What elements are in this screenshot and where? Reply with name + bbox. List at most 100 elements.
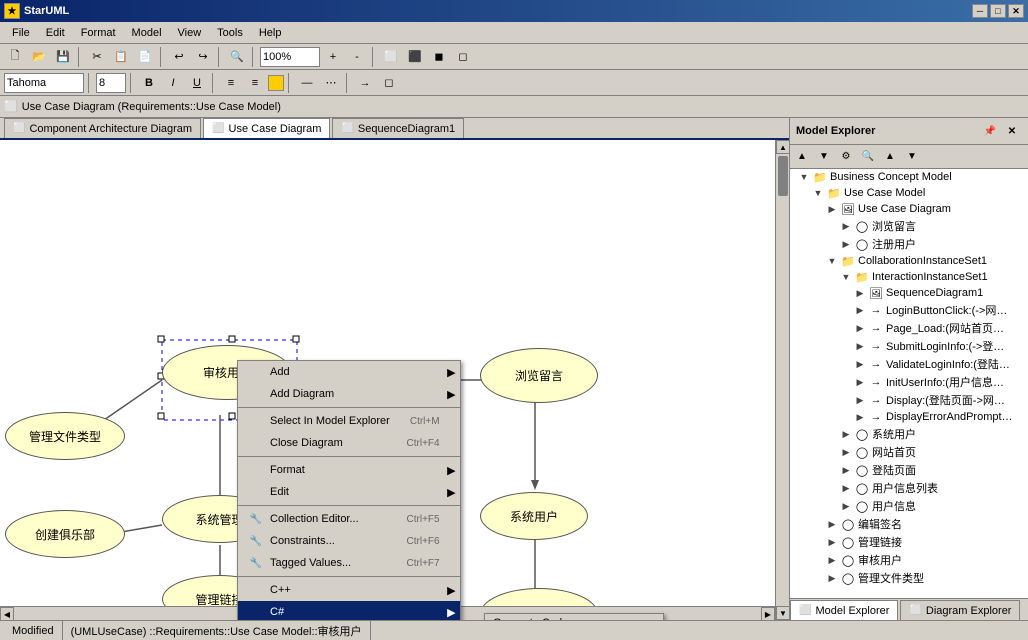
paste-btn[interactable]: 📄 xyxy=(134,46,156,68)
italic-btn[interactable]: I xyxy=(162,72,184,94)
usecase-创建俱乐部[interactable]: 创建俱乐部 xyxy=(5,510,125,558)
menu-help[interactable]: Help xyxy=(251,25,290,41)
tab-model-explorer[interactable]: ⬜ Model Explorer xyxy=(790,600,898,620)
tree-expand-icon[interactable]: ▶ xyxy=(854,359,866,370)
underline-btn[interactable]: U xyxy=(186,72,208,94)
redo-btn[interactable]: ↪ xyxy=(192,46,214,68)
bold-btn[interactable]: B xyxy=(138,72,160,94)
tree-item[interactable]: ▶→Display:(登陆页面->网… xyxy=(790,391,1028,409)
undo-btn[interactable]: ↩ xyxy=(168,46,190,68)
tree-item[interactable]: ▶→Page_Load:(网站首页… xyxy=(790,319,1028,337)
cm-add-diagram[interactable]: Add Diagram ▶ xyxy=(238,383,460,405)
minimize-button[interactable]: ─ xyxy=(972,4,988,18)
tree-item[interactable]: ▶🖼SequenceDiagram1 xyxy=(790,285,1028,301)
tree-expand-icon[interactable]: ▶ xyxy=(826,573,838,584)
cm-collection-editor[interactable]: 🔧 Collection Editor... Ctrl+F5 xyxy=(238,508,460,530)
dash-btn[interactable]: ⋯ xyxy=(320,72,342,94)
tree-item[interactable]: ▶◯编辑签名 xyxy=(790,515,1028,533)
menu-tools[interactable]: Tools xyxy=(209,25,251,41)
arrow-btn[interactable]: → xyxy=(354,72,376,94)
cut-btn[interactable]: ✂ xyxy=(86,46,108,68)
tree-expand-icon[interactable]: ▶ xyxy=(854,341,866,352)
tree-item[interactable]: ▶◯注册用户 xyxy=(790,235,1028,253)
menu-edit[interactable]: Edit xyxy=(38,25,73,41)
tree-item[interactable]: ▼📁InteractionInstanceSet1 xyxy=(790,269,1028,285)
copy-btn[interactable]: 📋 xyxy=(110,46,132,68)
tree-view[interactable]: ▼📁Business Concept Model▼📁Use Case Model… xyxy=(790,169,1028,598)
tree-item[interactable]: ▼📁Use Case Model xyxy=(790,185,1028,201)
tree-item[interactable]: ▶◯登陆页面 xyxy=(790,461,1028,479)
tree-expand-icon[interactable]: ▶ xyxy=(840,447,852,458)
align-center-btn[interactable]: ≡ xyxy=(244,72,266,94)
tree-expand-icon[interactable]: ▶ xyxy=(840,483,852,494)
extra-btn2[interactable]: ⬛ xyxy=(404,46,426,68)
me-collapse-btn[interactable]: ▲ xyxy=(880,147,900,167)
cm-constraints[interactable]: 🔧 Constraints... Ctrl+F6 xyxy=(238,530,460,552)
font-family-input[interactable] xyxy=(4,73,84,93)
me-search-btn[interactable]: 🔍 xyxy=(858,147,878,167)
tree-item[interactable]: ▶◯审核用户 xyxy=(790,551,1028,569)
tree-item[interactable]: ▶→ValidateLoginInfo:(登陆… xyxy=(790,355,1028,373)
tree-expand-icon[interactable]: ▶ xyxy=(854,412,866,423)
find-btn[interactable]: 🔍 xyxy=(226,46,248,68)
sm-generate-code[interactable]: Generate Code... xyxy=(485,614,663,620)
shape-btn[interactable]: ◻ xyxy=(378,72,400,94)
usecase-浏览留言[interactable]: 浏览留言 xyxy=(480,348,598,403)
me-pin-btn[interactable]: 📌 xyxy=(980,121,1000,141)
cm-select-model-explorer[interactable]: Select In Model Explorer Ctrl+M xyxy=(238,410,460,432)
tree-item[interactable]: ▶◯浏览留言 xyxy=(790,217,1028,235)
extra-btn3[interactable]: ◼ xyxy=(428,46,450,68)
tree-item[interactable]: ▶◯系统用户 xyxy=(790,425,1028,443)
menu-model[interactable]: Model xyxy=(124,25,170,41)
align-left-btn[interactable]: ≡ xyxy=(220,72,242,94)
tree-expand-icon[interactable]: ▶ xyxy=(854,323,866,334)
me-filter-btn[interactable]: ⚙ xyxy=(836,147,856,167)
scroll-down-btn[interactable]: ▼ xyxy=(776,606,789,620)
font-size-input[interactable] xyxy=(96,73,126,93)
tree-expand-icon[interactable]: ▼ xyxy=(840,272,852,282)
tree-item[interactable]: ▶→DisplayErrorAndPrompt… xyxy=(790,409,1028,425)
menu-file[interactable]: File xyxy=(4,25,38,41)
tree-expand-icon[interactable]: ▶ xyxy=(840,239,852,250)
scroll-left-btn[interactable]: ◀ xyxy=(0,607,14,620)
tree-expand-icon[interactable]: ▶ xyxy=(854,377,866,388)
menu-format[interactable]: Format xyxy=(73,25,124,41)
cm-csharp[interactable]: C# ▶ xyxy=(238,601,460,620)
tree-expand-icon[interactable]: ▼ xyxy=(826,256,838,266)
color-btn[interactable] xyxy=(268,75,284,91)
tree-expand-icon[interactable]: ▶ xyxy=(826,204,838,215)
cm-edit[interactable]: Edit ▶ xyxy=(238,481,460,503)
tree-item[interactable]: ▶◯管理链接 xyxy=(790,533,1028,551)
menu-view[interactable]: View xyxy=(170,25,210,41)
tree-expand-icon[interactable]: ▼ xyxy=(812,188,824,198)
save-btn[interactable]: 💾 xyxy=(52,46,74,68)
tree-expand-icon[interactable]: ▶ xyxy=(840,221,852,232)
usecase-系统用户[interactable]: 系统用户 xyxy=(480,492,588,540)
zoom-out-btn[interactable]: - xyxy=(346,46,368,68)
vertical-scrollbar[interactable]: ▲ ▼ xyxy=(775,140,789,620)
scroll-up-btn[interactable]: ▲ xyxy=(776,140,789,154)
tree-expand-icon[interactable]: ▶ xyxy=(840,465,852,476)
tree-expand-icon[interactable]: ▶ xyxy=(854,305,866,316)
maximize-button[interactable]: □ xyxy=(990,4,1006,18)
line-btn[interactable]: — xyxy=(296,72,318,94)
me-expand-btn[interactable]: ▼ xyxy=(902,147,922,167)
zoom-in-btn[interactable]: + xyxy=(322,46,344,68)
tree-expand-icon[interactable]: ▶ xyxy=(826,555,838,566)
tree-item[interactable]: ▼📁CollaborationInstanceSet1 xyxy=(790,253,1028,269)
diagram-canvas[interactable]: 审核用户 浏览留言 管理文件类型 系统管理 管理链接 创建俱乐部 xyxy=(0,140,789,620)
tree-item[interactable]: ▶◯用户信息列表 xyxy=(790,479,1028,497)
tree-item[interactable]: ▶◯网站首页 xyxy=(790,443,1028,461)
tab-diagram-explorer[interactable]: ⬜ Diagram Explorer xyxy=(900,600,1020,620)
close-button[interactable]: ✕ xyxy=(1008,4,1024,18)
tree-item[interactable]: ▶◯用户信息 xyxy=(790,497,1028,515)
me-down-btn[interactable]: ▼ xyxy=(814,147,834,167)
new-btn[interactable]: 🗋 xyxy=(4,46,26,68)
me-up-btn[interactable]: ▲ xyxy=(792,147,812,167)
tree-expand-icon[interactable]: ▶ xyxy=(826,537,838,548)
tree-item[interactable]: ▼📁Business Concept Model xyxy=(790,169,1028,185)
cm-add[interactable]: Add ▶ xyxy=(238,361,460,383)
tree-item[interactable]: ▶→LoginButtonClick:(->网… xyxy=(790,301,1028,319)
tree-item[interactable]: ▶→InitUserInfo:(用户信息… xyxy=(790,373,1028,391)
me-close-btn[interactable]: ✕ xyxy=(1002,121,1022,141)
